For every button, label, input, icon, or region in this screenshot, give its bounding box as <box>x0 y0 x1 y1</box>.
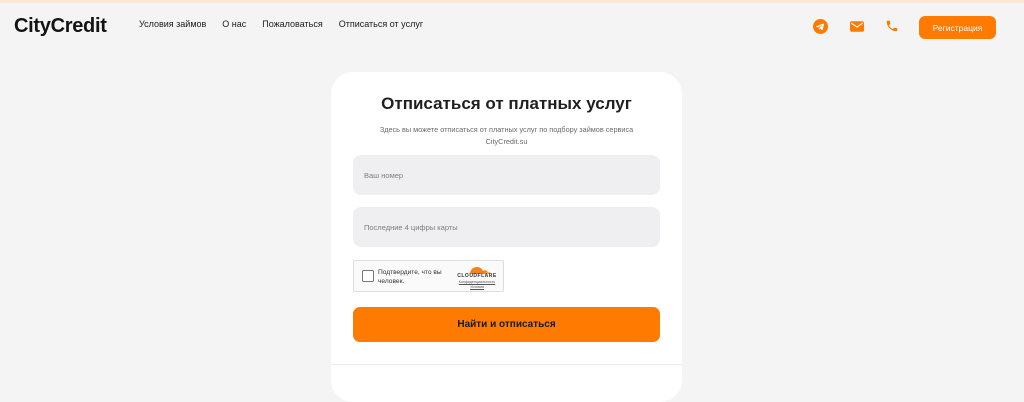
telegram-icon <box>812 18 828 34</box>
nav-item-complain[interactable]: Пожаловаться <box>262 19 322 29</box>
mail-button[interactable] <box>846 15 868 37</box>
phone-icon <box>886 20 898 32</box>
form-description: Здесь вы можете отписаться от платных ус… <box>379 125 634 146</box>
cloudflare-brand: CLOUDFLARE <box>457 273 497 279</box>
captcha-widget: Подтвердите, что вы человек. CLOUDFLARE … <box>353 260 504 292</box>
logo[interactable]: CityCredit <box>14 15 107 38</box>
privacy-link[interactable]: Конфиденциальность Условия <box>454 280 500 289</box>
page-title: Отписаться от платных услуг <box>381 94 632 113</box>
register-button[interactable]: Регистрация <box>919 16 996 39</box>
mail-icon <box>850 20 864 32</box>
nav-item-about[interactable]: О нас <box>222 19 246 29</box>
nav-item-loan-terms[interactable]: Условия займов <box>139 19 206 29</box>
unsubscribe-card: Отписаться от платных услуг Здесь вы мож… <box>331 72 682 402</box>
card-digits-input[interactable] <box>353 207 660 247</box>
captcha-label: Подтвердите, что вы человек. <box>378 269 442 285</box>
nav-item-unsubscribe[interactable]: Отписаться от услуг <box>339 19 423 29</box>
phone-button[interactable] <box>881 15 903 37</box>
site-header: CityCredit Условия займов О нас Пожалова… <box>0 3 1024 48</box>
captcha-checkbox[interactable] <box>362 270 374 282</box>
main-nav: Условия займов О нас Пожаловаться Отписа… <box>139 19 439 29</box>
phone-input[interactable] <box>353 155 660 195</box>
telegram-button[interactable] <box>809 15 831 37</box>
card-divider <box>331 364 682 365</box>
submit-button[interactable]: Найти и отписаться <box>353 307 660 342</box>
